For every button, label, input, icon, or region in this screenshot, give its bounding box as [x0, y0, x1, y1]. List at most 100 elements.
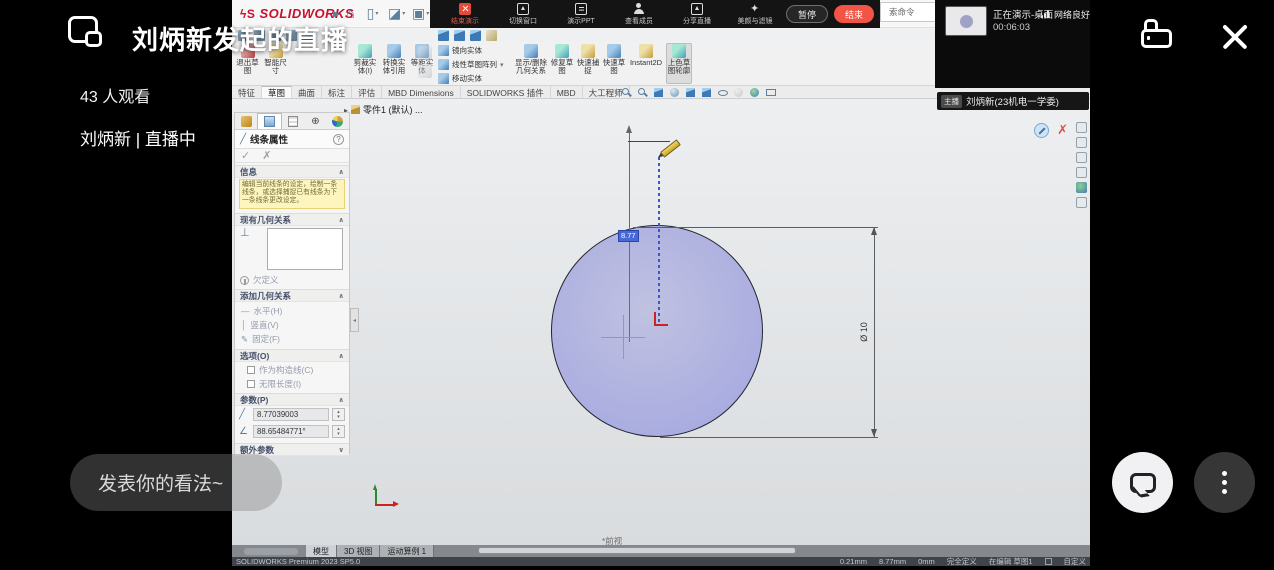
section-add-relations[interactable]: 添加几何关系∧ — [235, 289, 349, 302]
view-members-button[interactable]: 查看成员 — [610, 0, 668, 28]
cancel-icon[interactable] — [262, 149, 271, 162]
new-document-icon[interactable]: ▯ — [364, 5, 381, 22]
design-library-tab-icon[interactable] — [1076, 137, 1087, 148]
section-view-icon[interactable] — [670, 88, 680, 98]
save-icon[interactable]: ▣ — [412, 5, 429, 22]
mirror-entities-button[interactable]: 镜向实体 — [438, 45, 482, 56]
cancel-sketch-icon[interactable] — [1057, 121, 1068, 139]
sketch-circle[interactable] — [551, 225, 763, 437]
tab-mbd-dimensions[interactable]: MBD Dimensions — [382, 86, 461, 98]
option-construction-line[interactable]: 作为构造线(C) — [247, 364, 313, 376]
apply-scene-icon[interactable] — [750, 88, 760, 98]
tab-sketch[interactable]: 草图 — [262, 86, 292, 98]
feature-manager-tab[interactable] — [235, 113, 257, 129]
model-tab[interactable]: 模型 — [306, 545, 337, 557]
comment-input[interactable]: 发表你的看法~ — [70, 454, 282, 511]
checkbox[interactable] — [247, 366, 255, 374]
share-live-button[interactable]: 分享直播 — [668, 0, 726, 28]
rapid-sketch-button[interactable]: 快速草图 — [602, 44, 626, 76]
host-banner[interactable]: 主播 刘炳新(23机电一学委) — [937, 92, 1089, 110]
close-icon[interactable] — [1219, 21, 1251, 53]
relations-listbox[interactable] — [267, 228, 343, 270]
section-parameters[interactable]: 参数(P)∧ — [235, 393, 349, 406]
pane-splitter-handle[interactable] — [244, 548, 298, 555]
move-entities-button[interactable]: 移动实体 — [438, 73, 482, 84]
shaded-sketch-contours-button[interactable]: 上色草图轮廓 — [666, 43, 692, 84]
hide-show-items-icon[interactable] — [718, 88, 728, 98]
tab-surfaces[interactable]: 曲面 — [292, 86, 322, 98]
checkbox[interactable] — [247, 380, 255, 388]
motion-study-tab[interactable]: 运动算例 1 — [380, 545, 434, 557]
display-style-icon[interactable] — [702, 88, 712, 98]
chat-button[interactable] — [1112, 452, 1173, 513]
panel-collapse-handle[interactable] — [350, 308, 359, 332]
ok-icon[interactable] — [241, 149, 250, 162]
beauty-filter-button[interactable]: 美颜与滤镜 — [726, 0, 784, 28]
end-presentation-button[interactable]: 结束演示 — [436, 0, 494, 28]
trim-entities-button[interactable]: 剪裁实体(I) — [352, 44, 378, 76]
tab-features[interactable]: 特征 — [232, 86, 262, 98]
dimension-line[interactable] — [874, 227, 875, 437]
layout-switch-icon[interactable] — [68, 16, 108, 52]
view-orientation-icon[interactable] — [686, 88, 696, 98]
accept-sketch-icon[interactable] — [1034, 123, 1049, 138]
customize-label[interactable]: 自定义 — [1064, 556, 1087, 566]
file-explorer-tab-icon[interactable] — [1076, 152, 1087, 163]
section-info[interactable]: 信息∧ — [235, 165, 349, 178]
3d-views-tab[interactable]: 3D 视图 — [337, 545, 380, 557]
tab-mbd[interactable]: MBD — [551, 86, 583, 98]
instant2d-button[interactable]: Instant2D — [628, 44, 664, 67]
angle-value-field[interactable]: 88.65484771° — [253, 425, 329, 438]
tab-solidworks-addins[interactable]: SOLIDWORKS 插件 — [461, 86, 551, 98]
section-options[interactable]: 选项(O)∧ — [235, 349, 349, 362]
pause-button[interactable]: 暂停 — [786, 5, 828, 23]
convert-entities-button[interactable]: 转换实体引用 — [380, 44, 408, 76]
appearances-tab-icon[interactable] — [1076, 182, 1087, 193]
graphics-area[interactable]: 零件1 (默认) ... 8.77 Ø 10 — [232, 99, 1090, 545]
relation-horizontal[interactable]: — 水平(H) — [241, 305, 282, 317]
view-palette-tab-icon[interactable] — [1076, 167, 1087, 178]
sketch-line-preview[interactable] — [658, 157, 660, 322]
feature-tree-flyout[interactable]: 零件1 (默认) ... — [344, 103, 423, 116]
feature-tree-root-label[interactable]: 零件1 (默认) ... — [363, 103, 423, 116]
length-spinner[interactable]: ▴▾ — [332, 408, 345, 421]
configuration-manager-tab[interactable] — [282, 113, 304, 129]
switch-window-button[interactable]: 切换窗口 — [494, 0, 552, 28]
rotation-lock-icon[interactable] — [1141, 19, 1177, 49]
display-manager-tab[interactable] — [327, 113, 349, 129]
resources-tab-icon[interactable] — [1076, 122, 1087, 133]
option-infinite-length[interactable]: 无限长度(I) — [247, 378, 301, 390]
quick-snaps-button[interactable]: 快速捕捉 — [576, 44, 600, 76]
zoom-area-icon[interactable] — [638, 88, 648, 98]
length-value-field[interactable]: 8.77039003 — [253, 408, 329, 421]
angle-spinner[interactable]: ▴▾ — [332, 425, 345, 438]
display-relations-button[interactable]: 显示/删除几何关系 — [512, 44, 550, 76]
present-ppt-button[interactable]: 演示PPT — [552, 0, 610, 28]
tab-evaluate[interactable]: 评估 — [352, 86, 382, 98]
section-existing-relations[interactable]: 现有几何关系∧ — [235, 213, 349, 226]
isometric-cube-icon[interactable] — [454, 30, 465, 41]
dimxpert-manager-tab[interactable] — [304, 113, 326, 129]
diameter-dimension-label[interactable]: Ø 10 — [859, 322, 869, 342]
more-options-button[interactable] — [1194, 452, 1255, 513]
eraser-icon[interactable] — [486, 30, 497, 41]
relation-fix[interactable]: ✎ 固定(F) — [241, 333, 280, 345]
screen-share-preview-card[interactable]: 正在演示-桌面 00:06:03 网络良好 — [935, 0, 1090, 88]
horizontal-scrollbar-thumb[interactable] — [478, 547, 796, 554]
open-document-icon[interactable]: ◪ — [388, 5, 405, 22]
isometric-cube-icon[interactable] — [470, 30, 481, 41]
end-button[interactable]: 结束 — [834, 5, 874, 23]
command-search-input[interactable]: 索命令 — [880, 2, 936, 22]
view-settings-icon[interactable] — [766, 88, 776, 98]
previous-view-icon[interactable] — [654, 88, 664, 98]
tab-annotate[interactable]: 标注 — [322, 86, 352, 98]
linear-pattern-button[interactable]: 线性草图阵列 ▾ — [438, 59, 504, 70]
property-manager-tab[interactable] — [257, 113, 281, 129]
custom-properties-tab-icon[interactable] — [1076, 197, 1087, 208]
zoom-fit-icon[interactable] — [622, 88, 632, 98]
isometric-cube-icon[interactable] — [438, 30, 449, 41]
dropdown-arrow-icon[interactable]: ▾ — [500, 61, 504, 69]
edit-appearance-icon[interactable] — [734, 88, 744, 98]
desktop-thumbnail[interactable] — [945, 6, 987, 36]
repair-sketch-button[interactable]: 修复草图 — [550, 44, 574, 76]
